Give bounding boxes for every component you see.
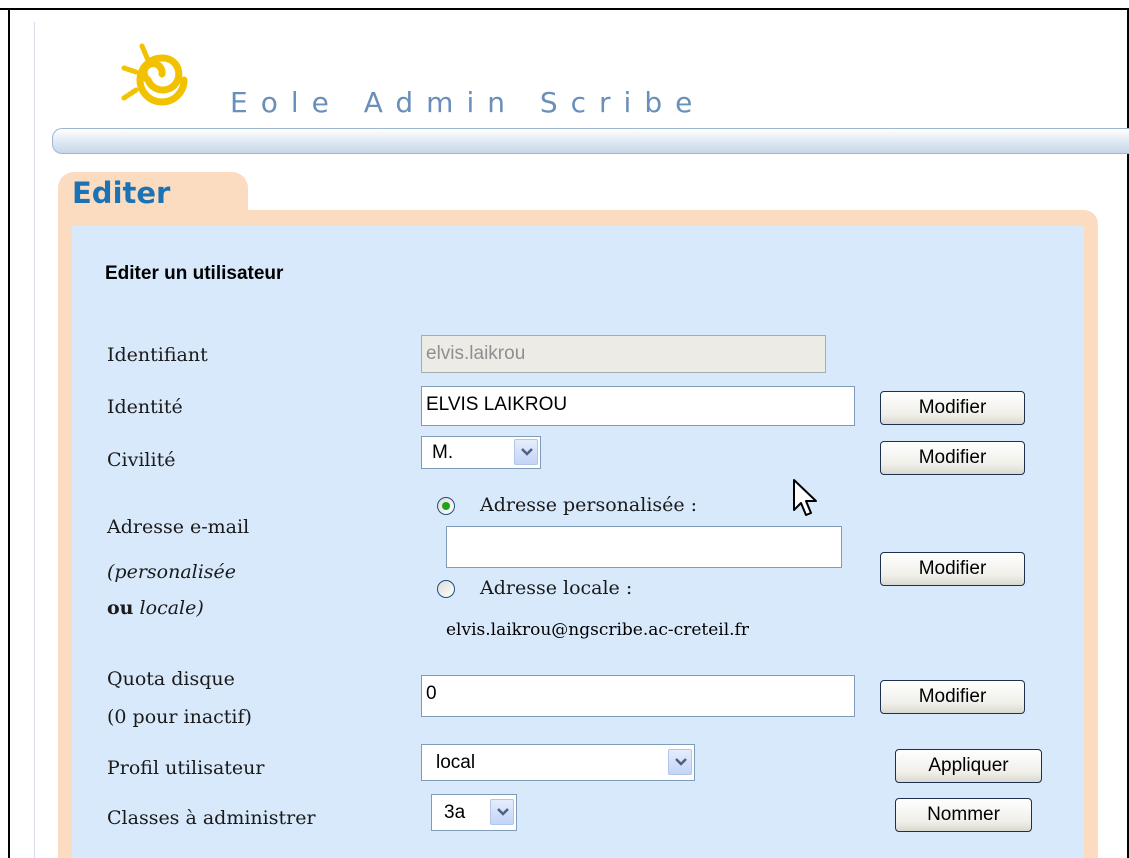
identifiant-label: Identifiant: [107, 344, 208, 366]
identite-label: Identité: [107, 396, 183, 418]
civilite-value: M.: [432, 442, 454, 463]
email-perso-field[interactable]: [446, 526, 842, 568]
chevron-down-icon[interactable]: [668, 749, 692, 775]
classes-nommer-button[interactable]: Nommer: [895, 798, 1032, 832]
quota-label: Quota disque: [107, 668, 235, 690]
mouse-cursor-icon: [793, 479, 817, 516]
email-modifier-button[interactable]: Modifier: [880, 552, 1025, 586]
identifiant-field: elvis.laikrou: [421, 335, 826, 373]
radio-selected-dot: [442, 502, 450, 510]
civilite-modifier-button[interactable]: Modifier: [880, 441, 1025, 475]
header-bar: [52, 128, 1129, 154]
civilite-select[interactable]: M.: [421, 436, 541, 469]
app-title: Eole Admin Scribe: [230, 86, 706, 119]
radio-adresse-locale-label: Adresse locale :: [480, 577, 633, 599]
email-label: Adresse e-mail: [107, 516, 250, 538]
profil-select[interactable]: local: [421, 744, 695, 781]
identite-field[interactable]: ELVIS LAIKROU: [421, 386, 855, 426]
profil-appliquer-button[interactable]: Appliquer: [895, 749, 1042, 783]
radio-adresse-perso-label: Adresse personalisée :: [480, 494, 698, 516]
email-hint-locale: locale): [139, 597, 204, 619]
tab-editer-label: Editer: [72, 176, 171, 210]
chevron-down-icon[interactable]: [490, 799, 514, 825]
quota-field[interactable]: 0: [421, 675, 855, 717]
section-title: Editer un utilisateur: [105, 263, 284, 284]
email-hint-perso: (personalisée: [107, 561, 237, 583]
classes-label: Classes à administrer: [107, 807, 316, 829]
radio-adresse-locale[interactable]: [437, 580, 455, 598]
sun-logo-icon: [121, 43, 188, 106]
page-left-border: [34, 22, 35, 858]
window-frame-left: [8, 8, 10, 858]
civilite-label: Civilité: [107, 449, 176, 471]
quota-modifier-button[interactable]: Modifier: [880, 680, 1025, 714]
classes-select[interactable]: 3a: [431, 794, 517, 831]
profil-value: local: [436, 752, 476, 773]
chevron-down-icon[interactable]: [514, 439, 538, 465]
email-label-hint: (personalisée: [107, 561, 236, 583]
profil-label: Profil utilisateur: [107, 757, 265, 779]
email-label-hint-2: ou locale): [107, 597, 204, 619]
classes-value: 3a: [444, 802, 466, 823]
quota-hint: (0 pour inactif): [107, 706, 252, 728]
identite-modifier-button[interactable]: Modifier: [880, 391, 1025, 425]
email-locale-value: elvis.laikrou@ngscribe.ac-creteil.fr: [446, 620, 749, 640]
email-hint-ou: ou: [107, 597, 134, 619]
radio-adresse-perso[interactable]: [437, 497, 455, 515]
window-frame-top: [0, 8, 1129, 10]
